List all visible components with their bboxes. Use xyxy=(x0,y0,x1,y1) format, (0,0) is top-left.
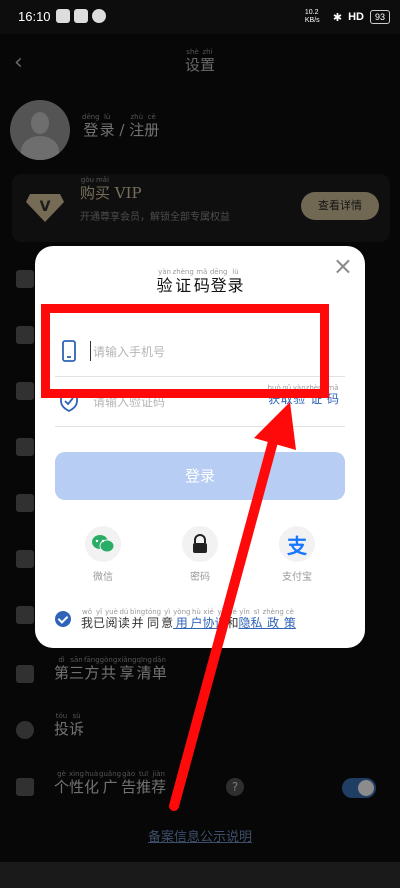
arrow-head xyxy=(254,402,296,450)
arrow-shaft xyxy=(169,433,279,811)
annotation-arrow xyxy=(169,402,296,811)
